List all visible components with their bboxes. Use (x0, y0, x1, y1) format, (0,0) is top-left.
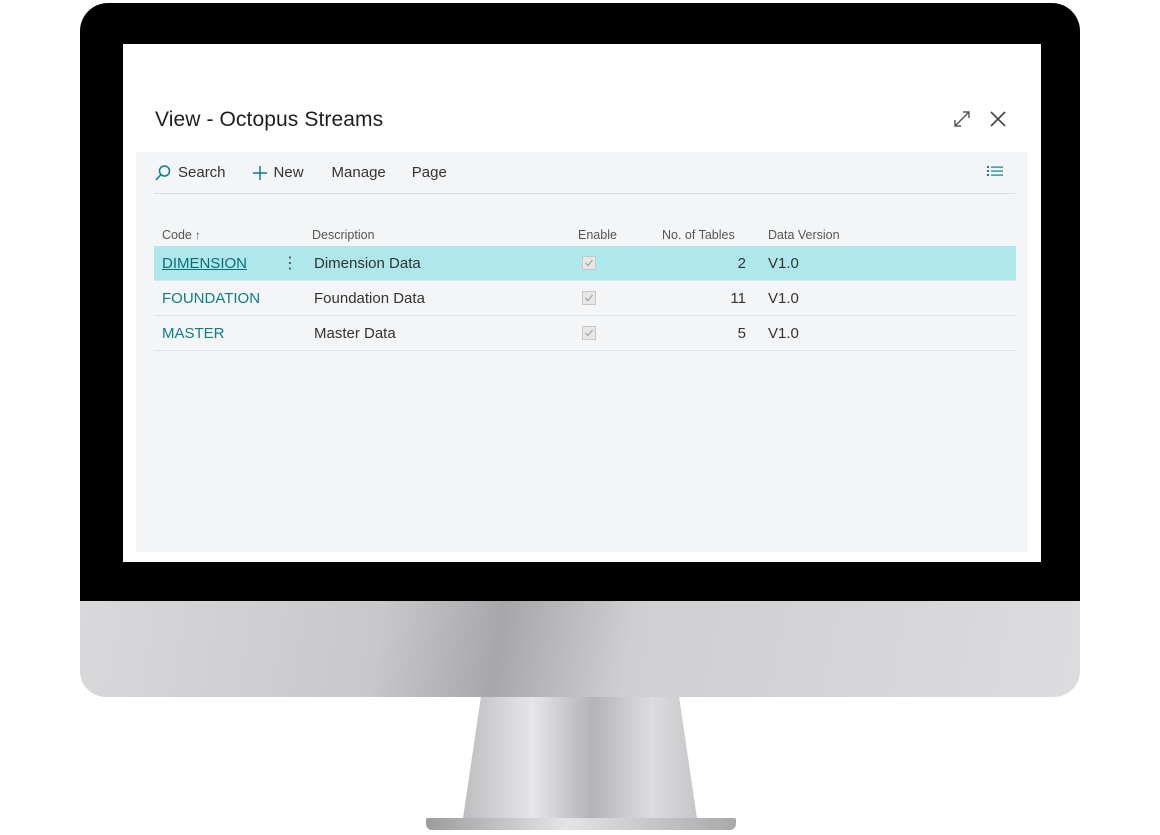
row-data-version: V1.0 (768, 254, 799, 272)
search-label: Search (178, 164, 226, 181)
table-row[interactable]: MASTER Master Data 5 V1.0 (154, 316, 1016, 351)
code-link[interactable]: FOUNDATION (162, 290, 260, 307)
manage-label: Manage (331, 164, 386, 181)
search-icon (154, 164, 172, 182)
screen: View - Octopus Streams Search New Manage… (123, 44, 1041, 562)
row-description: Master Data (314, 324, 396, 342)
plus-icon (252, 165, 268, 181)
enable-checkbox (582, 255, 596, 270)
row-data-version: V1.0 (768, 289, 799, 307)
header-enable[interactable]: Enable (576, 228, 662, 242)
row-menu-icon[interactable]: ⋮ (282, 255, 298, 272)
header-code[interactable]: Code ↑ (154, 228, 274, 242)
streams-table: Code ↑ Description Enable No. of Tables D… (154, 224, 1016, 351)
monitor-chin (80, 601, 1080, 697)
monitor-stand (462, 697, 698, 825)
row-no-of-tables: 2 (737, 254, 746, 272)
monitor-stand-base (426, 818, 736, 830)
page-label: Page (411, 164, 447, 181)
table-header: Code ↑ Description Enable No. of Tables D… (154, 224, 1016, 246)
expand-icon[interactable] (951, 108, 973, 130)
table-row[interactable]: FOUNDATION Foundation Data 11 V1.0 (154, 281, 1016, 316)
header-no-of-tables[interactable]: No. of Tables (662, 228, 754, 242)
sort-ascending-icon: ↑ (194, 228, 201, 242)
header-description[interactable]: Description (306, 228, 576, 242)
row-no-of-tables: 5 (737, 324, 746, 342)
new-label: New (273, 164, 304, 181)
enable-checkbox (582, 325, 596, 340)
row-description: Dimension Data (314, 254, 421, 272)
close-icon[interactable] (987, 108, 1009, 130)
page-menu[interactable]: Page (412, 164, 447, 181)
title-actions (951, 108, 1009, 130)
list-view-icon[interactable] (987, 165, 1003, 184)
header-data-version[interactable]: Data Version (754, 228, 954, 242)
dialog-title: View - Octopus Streams (155, 108, 384, 131)
new-button[interactable]: New (252, 164, 304, 181)
code-link[interactable]: MASTER (162, 325, 225, 342)
action-bar: Search New Manage Page (154, 152, 1015, 194)
search-button[interactable]: Search (154, 164, 226, 182)
row-data-version: V1.0 (768, 324, 799, 342)
enable-checkbox (582, 290, 596, 305)
code-link[interactable]: DIMENSION (162, 255, 247, 272)
row-description: Foundation Data (314, 289, 425, 307)
manage-menu[interactable]: Manage (332, 164, 386, 181)
table-row[interactable]: DIMENSION ⋮ Dimension Data 2 V1.0 (154, 246, 1016, 281)
row-no-of-tables: 11 (730, 289, 746, 307)
list-panel: Search New Manage Page Code ↑ Descriptio… (136, 152, 1028, 552)
